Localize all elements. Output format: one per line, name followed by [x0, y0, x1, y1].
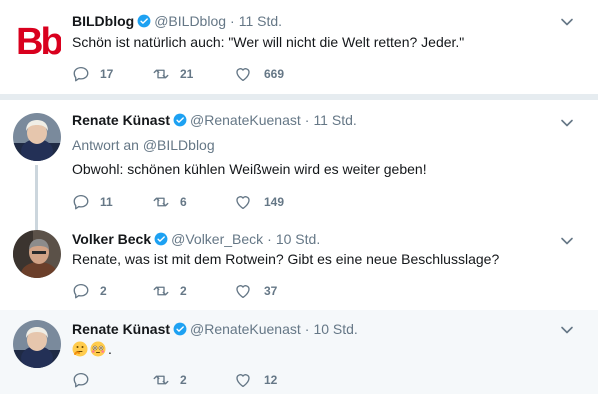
author-handle[interactable]: @BILDblog [154, 13, 226, 29]
like-count: 669 [264, 67, 285, 81]
chevron-down-icon[interactable] [560, 116, 574, 130]
timestamp[interactable]: 10 Std. [276, 231, 320, 247]
tweet-card-volker-beck[interactable]: Volker Beck @Volker_Beck · 10 Std. Renate, … [0, 217, 598, 310]
tweet-text: Schön ist natürlich auch: "Wer will nich… [72, 34, 465, 50]
like-count: 12 [264, 373, 278, 387]
author-name[interactable]: BILDblog [72, 13, 134, 29]
reply-count: 2 [100, 284, 107, 298]
separator-dot: · [304, 321, 310, 337]
like-button[interactable]: 37 [234, 281, 277, 301]
retweet-icon [153, 375, 169, 385]
like-count: 37 [264, 284, 278, 298]
reply-to-handle-link[interactable]: @BILDblog [143, 137, 215, 153]
like-heart-icon [236, 374, 250, 388]
reply-button[interactable]: 11 [72, 192, 113, 212]
timestamp[interactable]: 11 Std. [239, 13, 282, 29]
author-name[interactable]: Renate Künast [72, 112, 170, 128]
reply-icon [73, 66, 89, 82]
separator-dot: · [230, 13, 235, 29]
tweet-text: Obwohl: schönen kühlen Weißwein wird es … [72, 161, 427, 177]
verified-badge-icon [137, 14, 151, 28]
retweet-button[interactable]: 2 [152, 370, 187, 390]
chevron-down-icon[interactable] [560, 15, 574, 29]
thinking-face-emoji-icon [72, 341, 88, 357]
like-heart-icon [236, 196, 250, 210]
tweet-actions: 2 2 37 [72, 281, 492, 301]
like-button[interactable]: 149 [234, 192, 284, 212]
retweet-count: 21 [180, 67, 194, 81]
separator-dot: · [304, 112, 310, 128]
tweet-text: . [72, 340, 112, 358]
reply-to-line: Antwort an @BILDblog [72, 136, 215, 154]
author-handle[interactable]: @RenateKuenast [190, 321, 301, 337]
like-count: 149 [264, 195, 285, 209]
reply-icon [73, 194, 89, 210]
separator-dot: · [267, 231, 272, 247]
verified-badge-icon [154, 232, 168, 246]
retweet-icon [153, 286, 169, 296]
reply-icon [73, 283, 89, 299]
retweet-count: 2 [180, 373, 187, 387]
tweet-actions: 2 12 [72, 370, 492, 390]
tweet-card-renate-kuenast-2[interactable]: Renate Künast @RenateKuenast · 10 Std. . 2 … [0, 310, 598, 394]
reply-icon [73, 372, 89, 388]
bildblog-logo-avatar[interactable]: Bb [13, 14, 61, 62]
timestamp[interactable]: 11 Std. [313, 112, 356, 128]
chevron-down-icon[interactable] [560, 323, 574, 337]
author-name[interactable]: Renate Künast [72, 321, 170, 337]
thread-connector-line [35, 165, 38, 217]
chevron-down-icon[interactable] [560, 234, 574, 248]
reply-button[interactable] [72, 370, 100, 390]
tweet-text-suffix: . [108, 341, 112, 357]
author-name[interactable]: Volker Beck [72, 231, 151, 247]
tweet-header: Renate Künast @RenateKuenast · 10 Std. [72, 320, 358, 338]
thread-connector-line [35, 217, 38, 230]
tweet-actions: 11 6 149 [72, 192, 492, 212]
retweet-count: 6 [180, 195, 187, 209]
author-handle[interactable]: @Volker_Beck [171, 231, 263, 247]
volker-beck-avatar[interactable] [13, 230, 61, 278]
tweet-text: Renate, was ist mit dem Rotwein? Gibt es… [72, 251, 500, 267]
reply-to-prefix: Antwort an [72, 137, 139, 153]
verified-badge-icon [173, 113, 187, 127]
retweet-button[interactable]: 6 [152, 192, 187, 212]
timestamp[interactable]: 10 Std. [313, 321, 357, 337]
flushed-face-emoji-icon [90, 341, 106, 357]
like-heart-icon [236, 68, 250, 82]
reply-button[interactable]: 17 [72, 64, 113, 84]
svg-text:Bb: Bb [16, 21, 61, 62]
reply-count: 11 [100, 195, 113, 209]
renate-kuenast-avatar[interactable] [13, 320, 61, 368]
tweet-card-renate-kuenast-1[interactable]: Renate Künast @RenateKuenast · 11 Std. Antw… [0, 100, 598, 217]
tweet-header: Volker Beck @Volker_Beck · 10 Std. [72, 230, 320, 248]
renate-kuenast-avatar[interactable] [13, 113, 61, 161]
like-heart-icon [236, 285, 250, 299]
author-handle[interactable]: @RenateKuenast [190, 112, 301, 128]
retweet-button[interactable]: 2 [152, 281, 187, 301]
reply-count: 17 [100, 67, 114, 81]
like-button[interactable]: 669 [234, 64, 284, 84]
tweet-header: Renate Künast @RenateKuenast · 11 Std. [72, 111, 357, 129]
retweet-count: 2 [180, 284, 187, 298]
retweet-button[interactable]: 21 [152, 64, 193, 84]
tweet-header: BILDblog @BILDblog · 11 Std. [72, 12, 282, 30]
reply-button[interactable]: 2 [72, 281, 107, 301]
tweet-actions: 17 21 669 [72, 64, 492, 84]
like-button[interactable]: 12 [234, 370, 277, 390]
retweet-icon [153, 69, 169, 79]
retweet-icon [153, 197, 169, 207]
tweet-card-bildblog[interactable]: Bb BILDblog @BILDblog · 11 Std. Schön ist n… [0, 0, 598, 94]
verified-badge-icon [173, 322, 187, 336]
